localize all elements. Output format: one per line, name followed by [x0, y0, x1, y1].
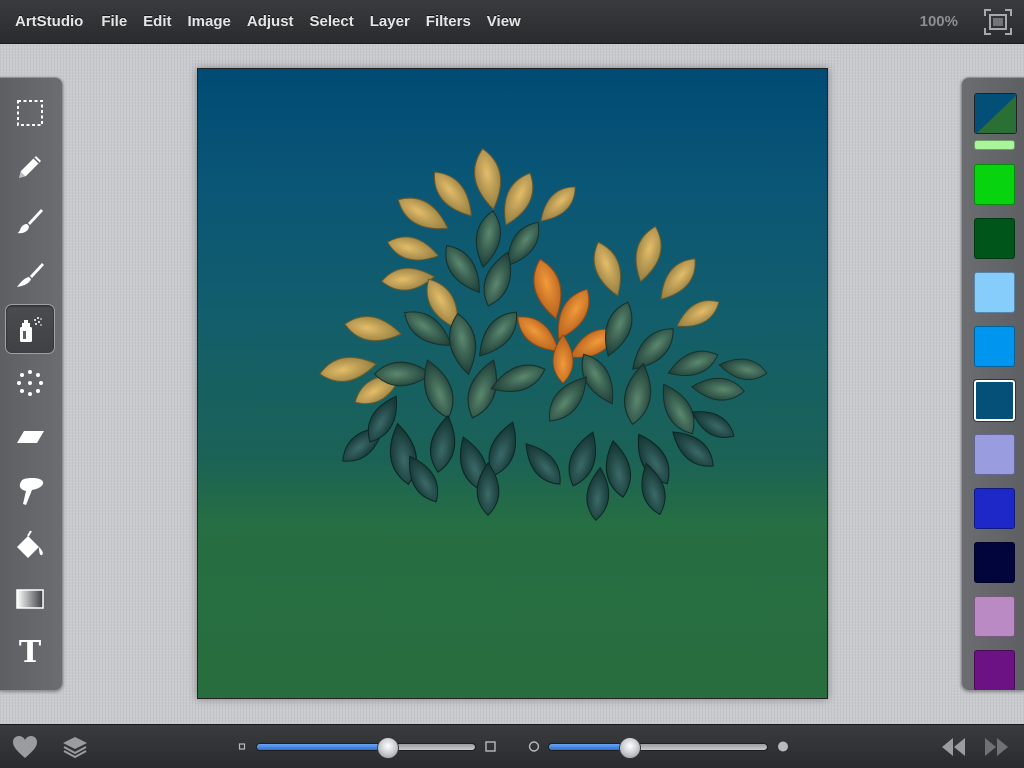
large-square-icon [485, 741, 496, 752]
brush-opacity-slider[interactable] [548, 737, 768, 759]
menu-bar: ArtStudio File Edit Image Adjust Select … [0, 0, 1024, 44]
menu-edit[interactable]: Edit [135, 0, 179, 44]
brush-opacity-fill [549, 744, 630, 750]
tool-marquee-select[interactable] [5, 88, 55, 138]
app-menu[interactable]: ArtStudio [0, 0, 93, 44]
swatch-dark-green[interactable] [974, 218, 1015, 259]
open-circle-icon [528, 741, 540, 752]
menu-layer[interactable]: Layer [362, 0, 418, 44]
filled-circle-icon [778, 741, 788, 752]
swatch-midnight[interactable] [974, 542, 1015, 583]
swatch-lilac[interactable] [974, 596, 1015, 637]
fullscreen-icon [984, 9, 1012, 35]
brush-opacity-thumb[interactable] [618, 737, 641, 759]
heart-icon [13, 736, 37, 758]
tool-paint-bucket[interactable] [5, 520, 55, 570]
current-color-swatch[interactable] [974, 93, 1017, 134]
tool-gradient[interactable] [5, 574, 55, 624]
brush-size-slider[interactable] [256, 737, 476, 759]
color-palette [961, 77, 1024, 691]
rewind-icon [942, 738, 965, 756]
spray-can-icon [20, 317, 42, 342]
swatch-green[interactable] [974, 164, 1015, 205]
current-color-preview [975, 94, 1016, 133]
fullscreen-button[interactable] [984, 9, 1012, 35]
swatch-navy-teal[interactable] [974, 380, 1015, 421]
tool-paintbrush[interactable] [5, 196, 55, 246]
undo-button[interactable] [940, 734, 968, 760]
pencil-icon [19, 156, 41, 178]
tool-smudge-finger[interactable] [5, 466, 55, 516]
menu-file[interactable]: File [93, 0, 135, 44]
fast-forward-icon [985, 738, 1008, 756]
redo-button[interactable] [982, 734, 1010, 760]
swatch-periwinkle[interactable] [974, 434, 1015, 475]
menu-select[interactable]: Select [302, 0, 362, 44]
menu-filters[interactable]: Filters [418, 0, 479, 44]
tool-pencil[interactable] [5, 142, 55, 192]
leaf-bush-illustration [317, 145, 770, 522]
layers-icon [63, 737, 87, 759]
drawing-canvas[interactable] [197, 68, 828, 699]
text-tool-icon: T [18, 635, 42, 670]
tool-scatter[interactable] [5, 358, 55, 408]
tool-text[interactable]: T [5, 628, 55, 678]
tool-spray-can[interactable] [5, 304, 55, 354]
paint-bucket-icon [17, 530, 43, 558]
swatch-purple[interactable] [974, 650, 1015, 690]
tool-eraser[interactable] [5, 412, 55, 462]
marquee-select-icon [17, 100, 43, 126]
menu-view[interactable]: View [479, 0, 529, 44]
gradient-icon [16, 589, 44, 609]
bottom-toolbar [0, 724, 1024, 768]
menu-adjust[interactable]: Adjust [239, 0, 302, 44]
swatch-light-green[interactable] [974, 140, 1015, 150]
tool-smudge-brush[interactable] [5, 250, 55, 300]
smudge-brush-icon [17, 263, 44, 287]
zoom-level[interactable]: 100% [920, 0, 958, 44]
swatch-royal-blue[interactable] [974, 488, 1015, 529]
favorite-button[interactable] [11, 734, 39, 760]
smudge-finger-icon [19, 478, 44, 505]
swatch-sky-blue[interactable] [974, 326, 1015, 367]
eraser-icon [17, 431, 44, 443]
scatter-dots-icon [17, 370, 43, 396]
brush-size-thumb[interactable] [376, 737, 399, 759]
brush-size-fill [257, 744, 388, 750]
menu-image[interactable]: Image [180, 0, 239, 44]
swatch-light-blue[interactable] [974, 272, 1015, 313]
layers-button[interactable] [61, 734, 89, 760]
paintbrush-icon [17, 209, 43, 234]
tool-panel: T [0, 77, 63, 691]
small-square-icon [238, 743, 246, 750]
